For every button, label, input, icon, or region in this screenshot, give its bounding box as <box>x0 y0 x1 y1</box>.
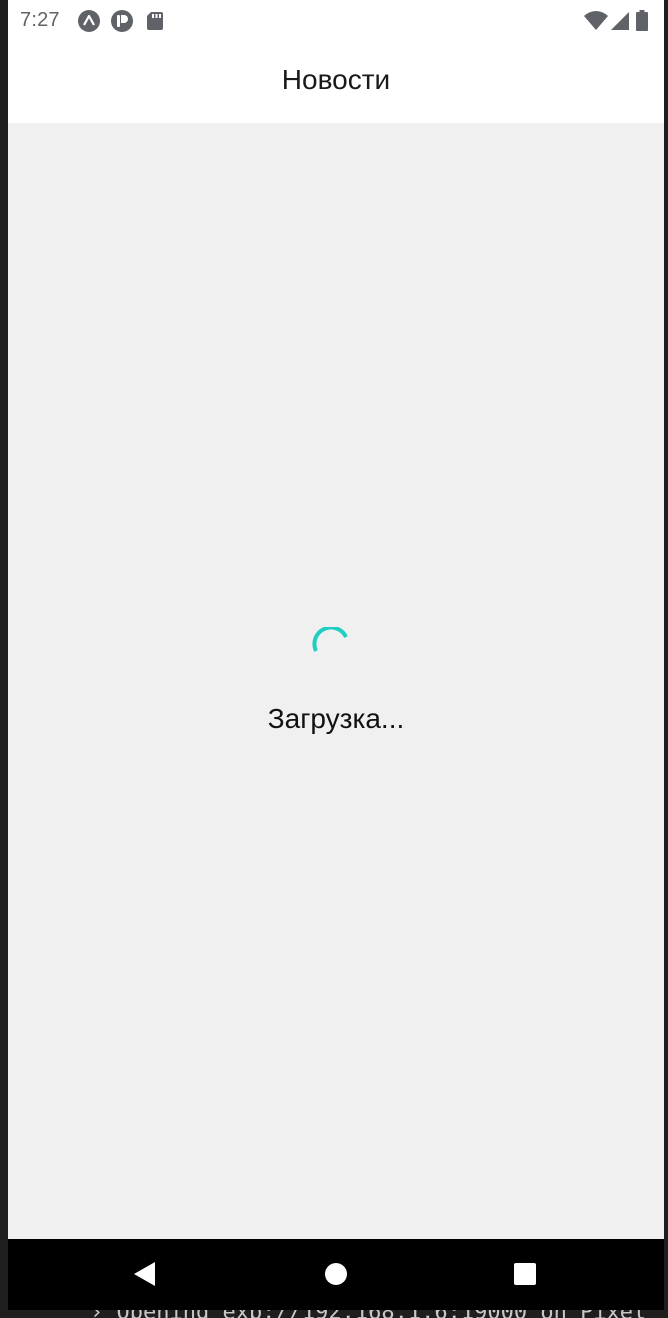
recents-icon[interactable] <box>510 1259 540 1289</box>
loading-spinner <box>312 627 348 652</box>
screen-frame: 7:27 Новости Загрузка... <box>0 0 668 1318</box>
navigation-bar <box>8 1239 664 1310</box>
app-header: Новости <box>8 42 664 123</box>
status-bar: 7:27 <box>8 0 664 42</box>
app-icon <box>111 10 133 32</box>
terminal-text: › Opening exp://192.168.1.6:19000 on Pix… <box>90 1310 646 1318</box>
page-title: Новости <box>281 64 391 95</box>
loading-text: Загрузка... <box>267 703 405 734</box>
signal-icon <box>611 12 629 30</box>
wifi-icon <box>584 11 608 30</box>
sd-card-icon <box>147 12 163 30</box>
status-time: 7:27 <box>20 9 60 31</box>
home-icon[interactable] <box>321 1259 351 1289</box>
content-area: Загрузка... <box>8 123 664 1239</box>
battery-icon <box>636 10 648 31</box>
phone-screen: 7:27 Новости Загрузка... <box>8 0 664 1310</box>
back-icon[interactable] <box>130 1259 160 1289</box>
terminal-strip: › Opening exp://192.168.1.6:19000 on Pix… <box>0 1310 668 1318</box>
expo-icon <box>78 10 100 32</box>
